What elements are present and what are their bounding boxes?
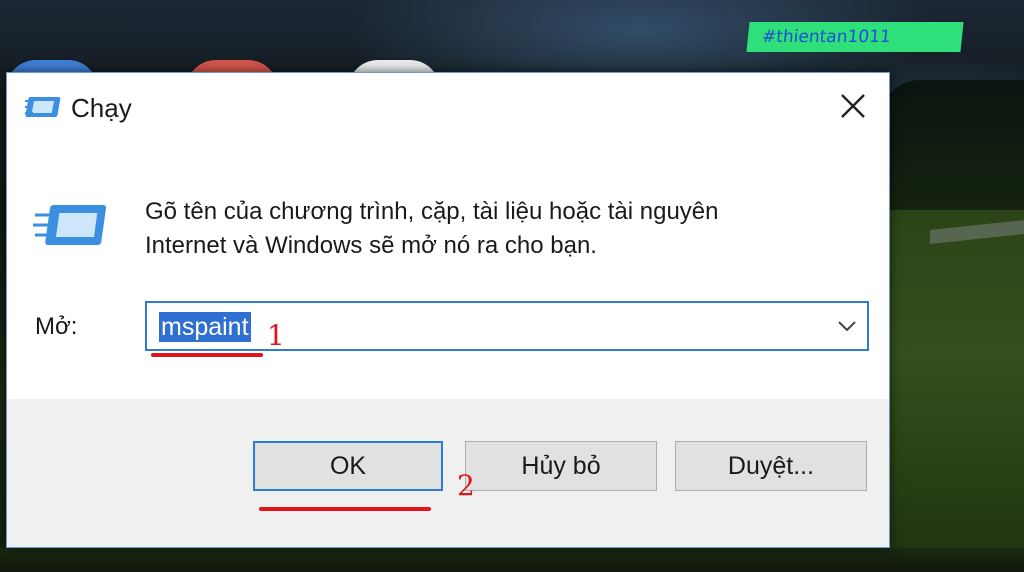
title-bar[interactable]: Chạy: [7, 73, 889, 143]
annotation-underline-2: [259, 507, 431, 511]
background-meadow: [880, 210, 1024, 572]
description-line-2: Internet và Windows sẽ mở nó ra cho bạn.: [145, 232, 597, 259]
background-hill: [880, 80, 1024, 220]
close-icon: [840, 89, 866, 128]
close-button[interactable]: [825, 87, 881, 129]
browse-button[interactable]: Duyệt...: [675, 441, 867, 491]
open-label: Mở:: [35, 313, 78, 340]
open-input-value[interactable]: mspaint: [159, 312, 251, 342]
description-line-1: Gõ tên của chương trình, cặp, tài liệu h…: [145, 198, 719, 225]
run-icon: [25, 95, 65, 119]
watermark: #thientan1011: [746, 22, 964, 52]
run-dialog: Chạy Gõ tên của chương trình, cặp, tài l…: [6, 72, 890, 548]
dialog-title: Chạy: [71, 93, 132, 123]
ok-button[interactable]: OK: [253, 441, 443, 491]
background-grass: [0, 548, 1024, 572]
dialog-description: Gõ tên của chương trình, cặp, tài liệu h…: [145, 195, 845, 263]
cancel-button[interactable]: Hủy bỏ: [465, 441, 657, 491]
annotation-step-2: 2: [457, 469, 475, 502]
chevron-down-icon[interactable]: [827, 303, 867, 349]
annotation-step-1: 1: [267, 319, 285, 352]
run-program-icon: [33, 201, 111, 251]
open-combobox[interactable]: mspaint: [145, 301, 869, 351]
annotation-underline-1: [151, 353, 263, 357]
